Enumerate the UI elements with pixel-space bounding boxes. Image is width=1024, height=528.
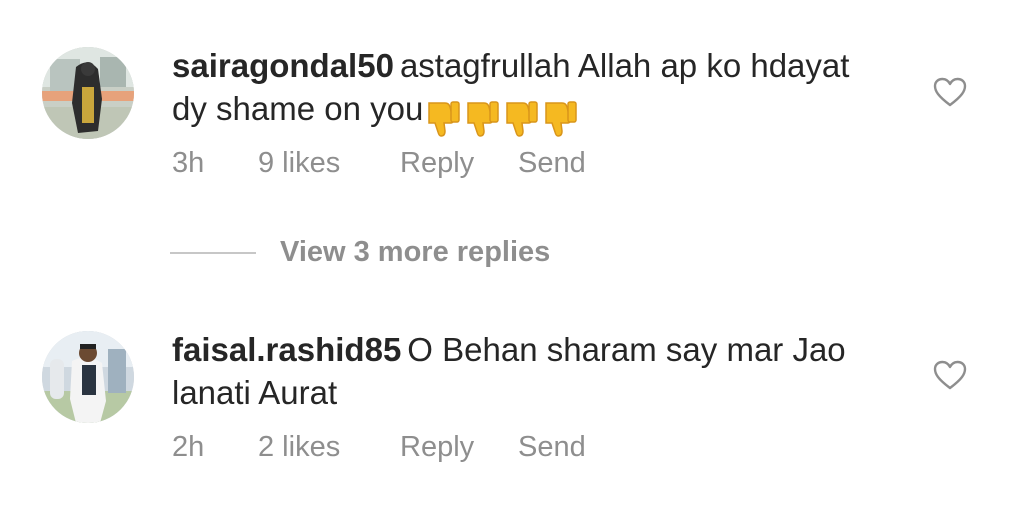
comment-username[interactable]: faisal.rashid85 — [172, 331, 401, 368]
thumbs-down-emoji — [462, 99, 500, 139]
like-heart-icon[interactable] — [932, 359, 968, 391]
reply-button[interactable]: Reply — [400, 431, 518, 464]
send-button[interactable]: Send — [518, 147, 586, 180]
avatar[interactable] — [42, 47, 134, 139]
emoji-group — [423, 95, 579, 139]
comment-username[interactable]: sairagondal50 — [172, 47, 394, 84]
avatar[interactable] — [42, 331, 134, 423]
thumbs-down-emoji — [540, 99, 578, 139]
avatar-image — [42, 331, 134, 423]
likes-count[interactable]: 9 likes — [258, 147, 400, 180]
comment-time: 2h — [172, 431, 205, 463]
comment-meta: 2h 2 likes Reply Send — [172, 431, 586, 464]
avatar-image — [42, 47, 134, 139]
likes-count[interactable]: 2 likes — [258, 431, 400, 464]
like-heart-icon[interactable] — [932, 76, 968, 108]
comment-body: sairagondal50 astagfrullah Allah ap ko hd… — [172, 44, 892, 139]
replies-divider — [170, 251, 256, 254]
comment-meta: 3h 9 likes Reply Send — [172, 147, 586, 180]
send-button[interactable]: Send — [518, 431, 586, 464]
thumbs-down-emoji — [501, 99, 539, 139]
reply-button[interactable]: Reply — [400, 147, 518, 180]
view-more-replies-label[interactable]: View 3 more replies — [280, 236, 550, 269]
view-more-replies[interactable]: View 3 more replies — [170, 236, 550, 269]
comment-time: 3h — [172, 147, 205, 179]
comment-body: faisal.rashid85 O Behan sharam say mar Ja… — [172, 328, 892, 414]
thumbs-down-emoji — [423, 99, 461, 139]
